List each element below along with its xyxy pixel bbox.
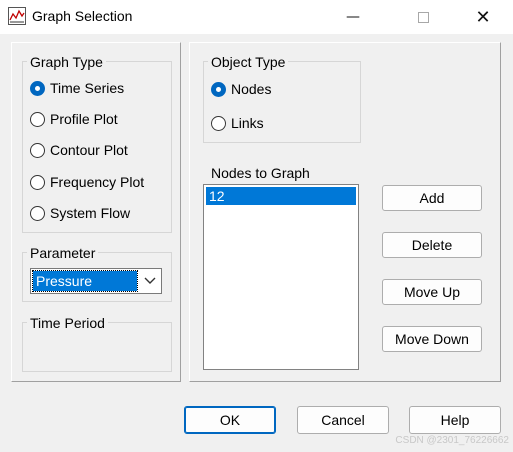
radio-unchecked-icon	[30, 205, 45, 221]
parameter-label: Parameter	[27, 245, 99, 261]
ok-button[interactable]: OK	[184, 406, 276, 434]
radio-label: Links	[231, 115, 264, 131]
radio-profile-plot[interactable]: Profile Plot	[30, 110, 118, 128]
help-button[interactable]: Help	[409, 406, 501, 434]
radio-label: Profile Plot	[50, 111, 118, 127]
radio-unchecked-icon	[30, 174, 45, 190]
parameter-select[interactable]: Pressure	[30, 268, 162, 294]
radio-label: Frequency Plot	[50, 174, 145, 190]
radio-label: Nodes	[231, 81, 272, 97]
radio-label: Contour Plot	[50, 142, 128, 158]
nodes-to-graph-label: Nodes to Graph	[208, 165, 313, 181]
radio-system-flow[interactable]: System Flow	[30, 204, 130, 222]
nodes-listbox[interactable]: 12	[203, 184, 359, 370]
move-down-button[interactable]: Move Down	[382, 326, 482, 352]
radio-frequency-plot[interactable]: Frequency Plot	[30, 173, 144, 191]
parameter-selected-value: Pressure	[32, 270, 138, 292]
radio-nodes[interactable]: Nodes	[211, 80, 271, 98]
radio-time-series[interactable]: Time Series	[30, 79, 124, 97]
radio-label: System Flow	[50, 205, 131, 221]
radio-unchecked-icon	[30, 111, 45, 127]
minimize-icon: —	[346, 9, 360, 25]
title-bar[interactable]: Graph Selection — ✕	[0, 0, 513, 34]
radio-unchecked-icon	[211, 115, 226, 131]
close-icon: ✕	[475, 6, 491, 28]
chevron-down-icon	[144, 277, 156, 284]
object-type-label: Object Type	[208, 54, 289, 70]
radio-contour-plot[interactable]: Contour Plot	[30, 141, 128, 159]
radio-checked-icon	[30, 80, 45, 96]
window-title: Graph Selection	[32, 8, 133, 24]
graph-app-icon	[8, 7, 26, 25]
minimize-button[interactable]: —	[330, 0, 376, 34]
maximize-button	[400, 0, 446, 34]
maximize-icon	[417, 11, 429, 23]
list-item[interactable]: 12	[206, 187, 356, 205]
graph-type-label: Graph Type	[27, 54, 106, 70]
watermark-text: CSDN @2301_76226662	[395, 435, 509, 446]
delete-button[interactable]: Delete	[382, 232, 482, 258]
cancel-button[interactable]: Cancel	[297, 406, 389, 434]
radio-unchecked-icon	[30, 142, 45, 158]
move-up-button[interactable]: Move Up	[382, 279, 482, 305]
close-button[interactable]: ✕	[460, 0, 506, 34]
radio-checked-icon	[211, 81, 226, 97]
time-period-label: Time Period	[27, 315, 108, 331]
add-button[interactable]: Add	[382, 185, 482, 211]
radio-label: Time Series	[50, 80, 125, 96]
radio-links[interactable]: Links	[211, 114, 264, 132]
